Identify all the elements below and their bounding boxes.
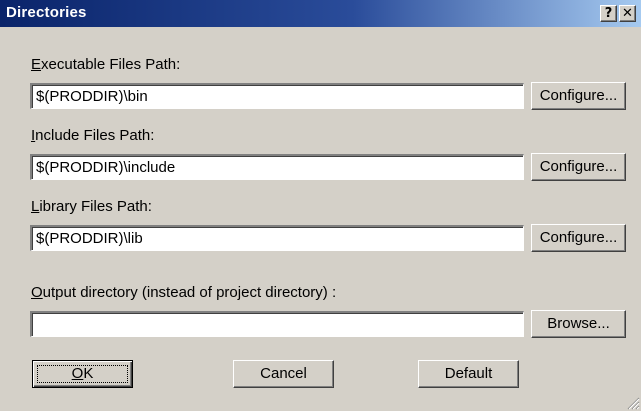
- resize-grip-icon[interactable]: [626, 396, 640, 410]
- executable-path-label: Executable Files Path:: [31, 56, 181, 73]
- ok-button-label: OK: [71, 365, 94, 382]
- library-path-input[interactable]: [30, 225, 524, 251]
- browse-button[interactable]: Browse...: [531, 310, 626, 338]
- configure-include-button[interactable]: Configure...: [531, 153, 626, 181]
- configure-executable-button[interactable]: Configure...: [531, 82, 626, 110]
- close-button[interactable]: ✕: [619, 5, 636, 22]
- configure-library-button[interactable]: Configure...: [531, 224, 626, 252]
- include-path-label: Include Files Path:: [31, 127, 155, 144]
- help-icon: ?: [604, 6, 613, 21]
- output-directory-label: Output directory (instead of project dir…: [31, 284, 337, 301]
- close-icon: ✕: [622, 6, 633, 21]
- directories-dialog: Directories ? ✕ Executable Files Path: C…: [0, 0, 641, 411]
- cancel-button[interactable]: Cancel: [233, 360, 334, 388]
- default-button[interactable]: Default: [418, 360, 519, 388]
- help-button[interactable]: ?: [600, 5, 617, 22]
- title-bar[interactable]: Directories ? ✕: [0, 0, 641, 27]
- output-directory-input[interactable]: [30, 311, 524, 337]
- ok-button[interactable]: OK: [32, 360, 133, 388]
- dialog-title: Directories: [6, 4, 87, 21]
- executable-path-input[interactable]: [30, 83, 524, 109]
- include-path-input[interactable]: [30, 154, 524, 180]
- library-path-label: Library Files Path:: [31, 198, 152, 215]
